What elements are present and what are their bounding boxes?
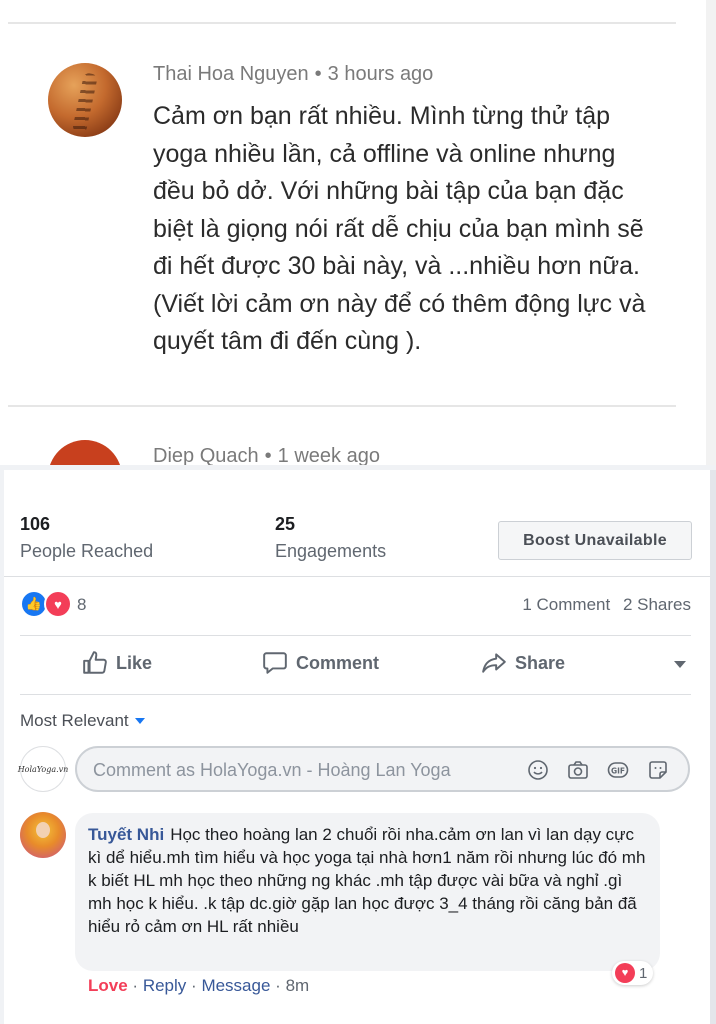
engagements-label: Engagements [275, 541, 387, 561]
message-link[interactable]: Message [201, 976, 270, 995]
svg-text:GIF: GIF [611, 767, 625, 776]
avatar[interactable] [20, 812, 66, 858]
engagements-count: 25 [275, 514, 296, 534]
reply-comment: Tuyết Nhi Học theo hoàng lan 2 chuổi rồi … [88, 823, 648, 938]
public-comments-area: Thai Hoa Nguyen • 3 hours ago Cảm ơn bạn r… [0, 0, 716, 465]
reply-author[interactable]: Tuyết Nhi [88, 825, 164, 844]
share-arrow-icon [482, 653, 506, 673]
reply-text: Học theo hoàng lan 2 chuổi rồi nha.cảm ơ… [88, 825, 646, 936]
reply-reaction-count: 1 [639, 964, 648, 982]
gif-icon[interactable]: GIF [606, 758, 630, 782]
reaction-count[interactable]: 8 [77, 595, 86, 615]
sort-label: Most Relevant [20, 711, 129, 730]
comment-author[interactable]: Diep Quach [153, 445, 259, 465]
avatar[interactable] [48, 440, 122, 465]
comment-label: Comment [296, 652, 380, 673]
boost-button[interactable]: Boost Unavailable [498, 521, 692, 560]
like-button[interactable]: Like [82, 650, 152, 676]
camera-icon[interactable] [566, 758, 590, 782]
comment-meta: Diep Quach • 1 week ago [153, 445, 380, 465]
comment-meta: Thai Hoa Nguyen • 3 hours ago [153, 63, 433, 86]
divider [20, 635, 691, 636]
reply-time: 8m [285, 976, 310, 995]
chevron-down-icon [134, 718, 145, 724]
reply-actions: Love · Reply · Message · 8m [88, 976, 309, 996]
love-reaction-icon: ♥ [44, 590, 72, 618]
action-separator: · [132, 976, 139, 995]
divider [4, 576, 710, 577]
comment-body: Cảm ơn bạn rất nhiều. Mình từng thử tập … [153, 102, 646, 355]
page-logo-mini [640, 660, 668, 668]
meta-separator: • [264, 445, 272, 465]
composer-icons: GIF [526, 758, 670, 782]
love-reaction-icon: ♥ [615, 963, 635, 983]
page-avatar[interactable]: HolaYoga.vn [17, 746, 69, 792]
comment-time: 1 week ago [277, 445, 380, 465]
share-label: Share [515, 652, 566, 673]
action-separator: · [275, 976, 281, 995]
thumbs-up-icon [83, 651, 107, 674]
comment-count-link[interactable]: 1 Comment [522, 595, 610, 614]
emoji-icon[interactable] [526, 758, 550, 782]
reply-reaction-badge[interactable]: ♥ 1 [612, 961, 654, 985]
comment-icon [263, 652, 287, 674]
people-reached-count: 106 [20, 514, 51, 534]
reaction-icons[interactable]: 👍 ♥ [20, 590, 76, 618]
page-logo-text: HolaYoga.vn [17, 764, 69, 774]
meta-separator: • [314, 63, 322, 85]
comment-input[interactable]: Comment as HolaYoga.vn - Hoàng Lan Yoga … [75, 746, 690, 792]
love-reaction-link[interactable]: Love [88, 976, 128, 995]
comment-time: 3 hours ago [327, 63, 434, 85]
like-label: Like [116, 652, 153, 673]
action-separator: · [191, 976, 197, 995]
divider [20, 694, 691, 695]
page-switcher[interactable] [640, 660, 686, 668]
comment-input-placeholder: Comment as HolaYoga.vn - Hoàng Lan Yoga [93, 760, 451, 780]
people-reached-label: People Reached [20, 541, 154, 561]
comment-share-counts: 1 Comment 2 Shares [514, 595, 691, 615]
chevron-down-icon [674, 660, 686, 668]
scrollbar[interactable] [710, 470, 716, 1024]
reply-link[interactable]: Reply [143, 976, 186, 995]
comment-sort-dropdown[interactable]: Most Relevant [20, 711, 145, 731]
share-count-link[interactable]: 2 Shares [623, 595, 691, 614]
divider [8, 405, 676, 407]
avatar[interactable] [48, 63, 122, 137]
comment-author[interactable]: Thai Hoa Nguyen [153, 63, 309, 85]
scrollbar[interactable] [706, 0, 716, 465]
divider [8, 22, 676, 24]
comment-button[interactable]: Comment [262, 650, 379, 676]
share-button[interactable]: Share [481, 650, 565, 676]
sticker-icon[interactable] [646, 758, 670, 782]
